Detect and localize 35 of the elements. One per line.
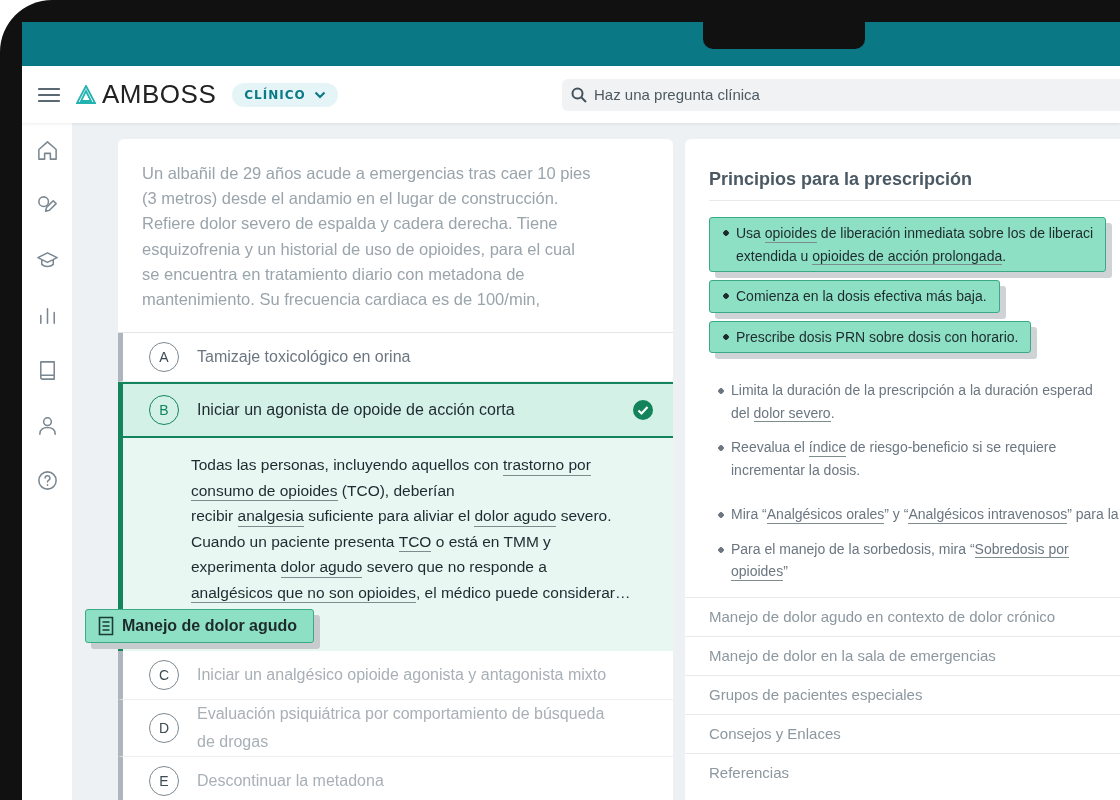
question-text: Un albañil de 29 años acude a emergencias tras caer 10 pies (3 metros) desde el andamio en el lugar de construcción. Refiere dolor severo de espalda y cadera derecha. Tiene esquizofrenia y un historial de uso de opioides, para el cual se encuentra en tratamiento diario con metadona de mantenimiento. Su frecuencia cardiaca es de 100/min, bbox=[118, 139, 673, 334]
link[interactable]: analgésicos que no son opioides bbox=[191, 583, 416, 604]
option-text: Iniciar un analgésico opioide agonista y antagonista mixto bbox=[197, 665, 608, 686]
option-text: Tamizaje toxicológico en orina bbox=[197, 348, 412, 367]
link[interactable]: Sobredosis por bbox=[974, 540, 1069, 559]
logo-text: AMBOSS bbox=[102, 79, 217, 110]
answer-option[interactable]: E Descontinuar la metadona bbox=[118, 757, 673, 800]
mode-dropdown[interactable]: CLÍNICO bbox=[232, 82, 338, 107]
link[interactable]: analgesia bbox=[237, 507, 304, 527]
link[interactable]: opioides bbox=[731, 563, 784, 581]
link[interactable]: dolor severo bbox=[753, 404, 831, 423]
option-text: Iniciar un agonista de opoide de acción corta bbox=[197, 401, 516, 420]
link[interactable]: Analgésicos intravenosos bbox=[908, 506, 1068, 524]
link[interactable]: TCO bbox=[398, 532, 432, 553]
link[interactable]: dolor agudo bbox=[280, 558, 363, 578]
answer-option[interactable]: D Evaluación psiquiátrica por comportamiento de búsqueda de drogas bbox=[118, 700, 673, 758]
link[interactable]: dolor agudo bbox=[474, 507, 557, 527]
section-title: Principios para la prescripción bbox=[709, 169, 1120, 201]
chevron-down-icon bbox=[313, 90, 326, 99]
help-icon[interactable] bbox=[35, 469, 59, 492]
link[interactable]: trastorno por bbox=[502, 456, 591, 476]
link[interactable]: consumo de opioides bbox=[191, 481, 338, 502]
search-field[interactable]: Haz una pregunta clínica bbox=[562, 78, 1120, 111]
home-icon[interactable] bbox=[35, 139, 59, 162]
link[interactable]: Analgésicos orales bbox=[766, 506, 885, 524]
document-icon bbox=[98, 616, 114, 636]
link[interactable]: opioides bbox=[764, 225, 817, 243]
explanation-text: Todas las personas, incluyendo aquellos con trastorno por consumo de opioides (TCO), deberían recibir analgesia suficiente para aliviar el dolor agudo severo. Cuando un paciente presenta TCO o está en TMM y experimenta dolor agudo severo que no responde a analgésicos que no son opioides, el médico puede considerar… bbox=[191, 452, 653, 606]
option-text: Evaluación psiquiátrica por comportamiento de búsqueda de drogas bbox=[197, 704, 606, 753]
link[interactable]: índice bbox=[808, 439, 847, 457]
menu-icon[interactable] bbox=[38, 86, 60, 103]
answer-option[interactable]: B Iniciar un agonista de opoide de acción corta bbox=[118, 382, 673, 439]
search-icon bbox=[571, 86, 587, 103]
triangle-logo-icon bbox=[76, 84, 96, 105]
option-text: Descontinuar la metadona bbox=[197, 771, 385, 792]
